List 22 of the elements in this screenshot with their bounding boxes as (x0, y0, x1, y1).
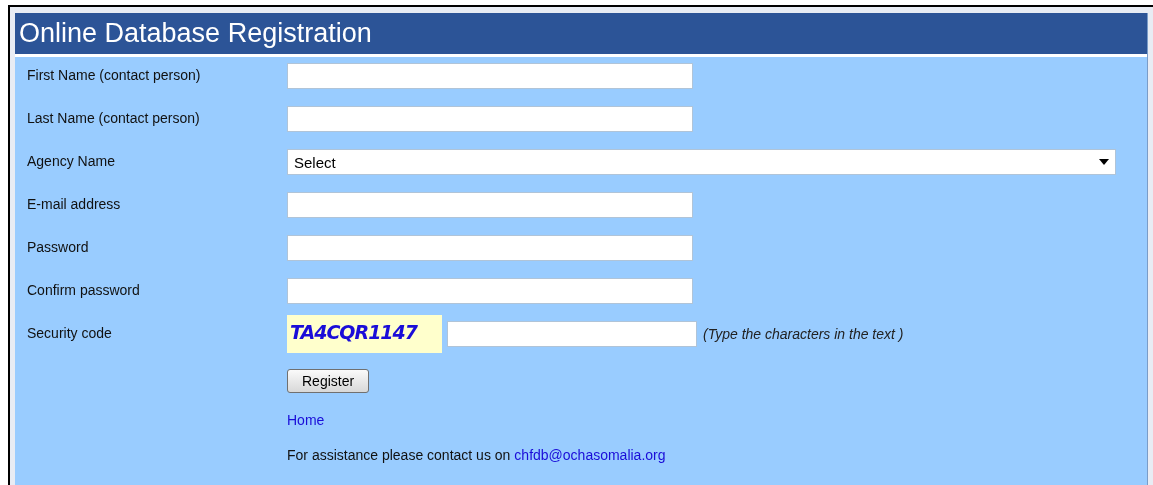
assistance-text: For assistance please contact us on (287, 447, 511, 463)
field-label: First Name (contact person) (26, 66, 202, 85)
password-field[interactable] (287, 278, 693, 304)
field-label: E-mail address (26, 195, 122, 214)
register-button[interactable]: Register (287, 369, 370, 393)
captcha-code: TA4CQR1147 (287, 315, 442, 353)
page-title: Online Database Registration (19, 18, 372, 49)
dropdown[interactable]: Select (287, 149, 1116, 175)
field-label: Security code (26, 324, 113, 343)
field-label: Last Name (contact person) (26, 109, 201, 128)
field-label: Confirm password (26, 281, 141, 300)
caret-icon (1099, 159, 1109, 165)
input-field[interactable] (287, 192, 693, 218)
input-field[interactable] (287, 106, 693, 132)
field-label: Password (26, 238, 90, 257)
email-link[interactable]: chfdb@ochasomalia.org (514, 447, 666, 463)
input-field[interactable] (287, 63, 693, 89)
password-field[interactable] (287, 235, 693, 261)
field-label: Agency Name (26, 152, 116, 171)
input-field[interactable] (447, 321, 697, 347)
home-link[interactable]: Home (287, 412, 325, 428)
hint-text: (Type the characters in the text ) (703, 326, 904, 342)
